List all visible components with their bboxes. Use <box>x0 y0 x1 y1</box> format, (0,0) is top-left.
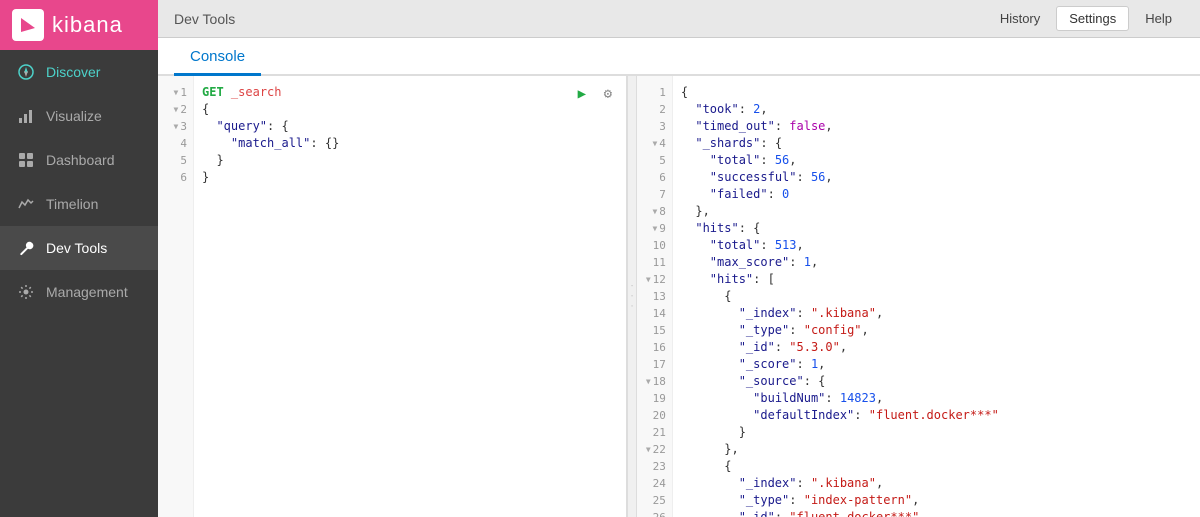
sidebar-item-discover[interactable]: Discover <box>0 50 158 94</box>
sidebar-item-timelion-label: Timelion <box>46 196 98 212</box>
sidebar-nav: Discover Visualize Dashboar <box>0 50 158 314</box>
settings-icon[interactable]: ⚙ <box>598 84 618 104</box>
kibana-logo-text: kibana <box>52 12 123 38</box>
gear-icon <box>16 282 36 302</box>
input-code-area[interactable]: ▼ 1 ▼ 2 ▼ 3 4 5 6 GET _search { "query":… <box>158 76 626 517</box>
sidebar-item-discover-label: Discover <box>46 64 100 80</box>
topbar-title: Dev Tools <box>174 11 235 27</box>
kibana-logo-icon <box>12 9 44 41</box>
output-code-content[interactable]: { "took": 2, "timed_out": false, "_shard… <box>673 76 1200 517</box>
sidebar-item-devtools-label: Dev Tools <box>46 240 107 256</box>
sidebar: kibana Discover Visualize <box>0 0 158 517</box>
output-panel: 1 2 3 ▼ 4 5 6 7 ▼ 8 ▼ 9 10 11 ▼ 12 13 14… <box>637 76 1200 517</box>
help-button[interactable]: Help <box>1133 6 1184 31</box>
timelion-icon <box>16 194 36 214</box>
output-scroll-area[interactable]: 1 2 3 ▼ 4 5 6 7 ▼ 8 ▼ 9 10 11 ▼ 12 13 14… <box>637 76 1200 517</box>
sidebar-item-management[interactable]: Management <box>0 270 158 314</box>
sidebar-item-dashboard-label: Dashboard <box>46 152 115 168</box>
topbar-actions: History Settings Help <box>988 6 1184 31</box>
output-line-numbers: 1 2 3 ▼ 4 5 6 7 ▼ 8 ▼ 9 10 11 ▼ 12 13 14… <box>637 76 673 517</box>
input-code-content[interactable]: GET _search { "query": { "match_all": {}… <box>194 76 626 517</box>
input-line-numbers: ▼ 1 ▼ 2 ▼ 3 4 5 6 <box>158 76 194 517</box>
panel-divider[interactable]: · · · <box>627 76 637 517</box>
sidebar-item-timelion[interactable]: Timelion <box>0 182 158 226</box>
sidebar-logo[interactable]: kibana <box>0 0 158 50</box>
tab-console[interactable]: Console <box>174 40 261 76</box>
divider-handle: · · · <box>626 284 637 310</box>
sidebar-item-management-label: Management <box>46 284 128 300</box>
editor-area: ▼ 1 ▼ 2 ▼ 3 4 5 6 GET _search { "query":… <box>158 76 1200 517</box>
sidebar-item-devtools[interactable]: Dev Tools <box>0 226 158 270</box>
history-button[interactable]: History <box>988 6 1052 31</box>
dashboard-icon <box>16 150 36 170</box>
run-button[interactable]: ▶ <box>572 84 592 104</box>
console-tabbar: Console <box>158 38 1200 76</box>
topbar: Dev Tools History Settings Help <box>158 0 1200 38</box>
compass-icon <box>16 62 36 82</box>
settings-button[interactable]: Settings <box>1056 6 1129 31</box>
sidebar-item-dashboard[interactable]: Dashboard <box>0 138 158 182</box>
sidebar-item-visualize[interactable]: Visualize <box>0 94 158 138</box>
main-content: Dev Tools History Settings Help Console … <box>158 0 1200 517</box>
wrench-icon <box>16 238 36 258</box>
input-actions: ▶ ⚙ <box>572 84 618 104</box>
input-panel: ▼ 1 ▼ 2 ▼ 3 4 5 6 GET _search { "query":… <box>158 76 627 517</box>
bar-chart-icon <box>16 106 36 126</box>
sidebar-item-visualize-label: Visualize <box>46 108 102 124</box>
